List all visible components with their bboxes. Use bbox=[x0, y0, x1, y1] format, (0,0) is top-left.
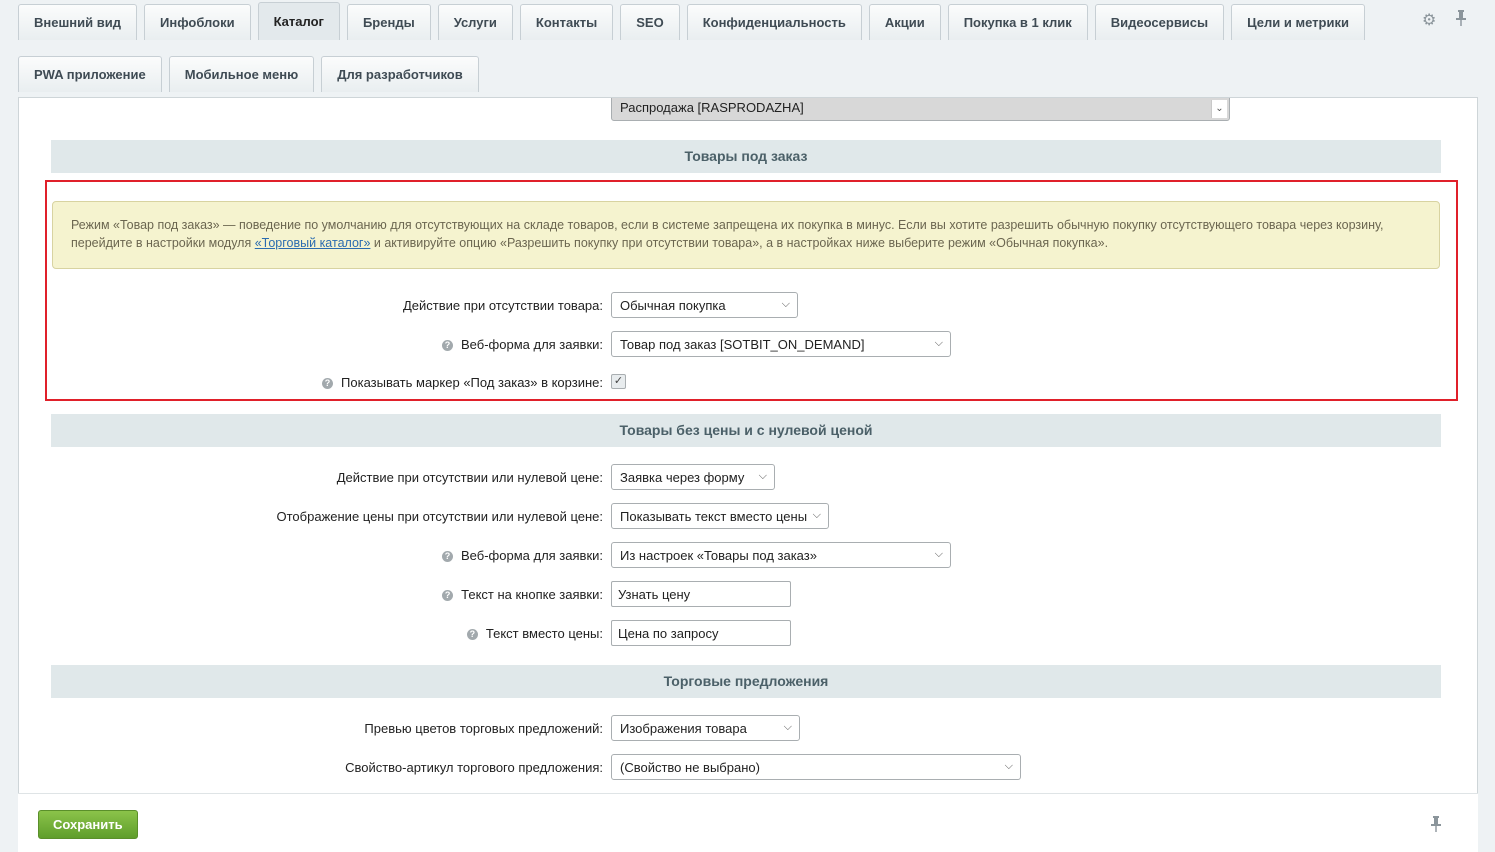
pin-icon[interactable] bbox=[1430, 816, 1442, 837]
field-label: ? Показывать маркер «Под заказ» в корзине… bbox=[322, 375, 603, 390]
show-marker-checkbox[interactable]: ✓ bbox=[611, 374, 626, 389]
section-heading-no-price: Товары без цены и с нулевой ценой bbox=[51, 414, 1441, 447]
section-heading-on-demand: Товары под заказ bbox=[51, 140, 1441, 173]
offers-preview-select[interactable]: Изображения товара ⌵ bbox=[611, 715, 800, 741]
chevron-down-icon: ⌵ bbox=[758, 470, 767, 482]
field-label: ? Текст вместо цены: bbox=[466, 626, 603, 641]
field-row-webform: ? Веб-форма для заявки: Товар под заказ [… bbox=[19, 331, 1477, 357]
chevron-down-icon: ⌵ bbox=[781, 298, 790, 310]
tab-video-services[interactable]: Видеосервисы bbox=[1094, 4, 1225, 40]
sale-select[interactable]: Распродажа [RASPRODAZHA] ⌄ bbox=[611, 98, 1230, 121]
button-text-input[interactable]: Узнать цену bbox=[611, 581, 791, 607]
settings-panel: Распродажа [RASPRODAZHA] ⌄ Товары под за… bbox=[18, 97, 1478, 852]
tab-brands[interactable]: Бренды bbox=[346, 4, 431, 40]
field-label: ? Веб-форма для заявки: bbox=[442, 548, 603, 563]
price-text-input[interactable]: Цена по запросу bbox=[611, 620, 791, 646]
field-row-button-text: ? Текст на кнопке заявки: Узнать цену bbox=[19, 581, 1477, 607]
chevron-down-icon: ⌄ bbox=[1211, 100, 1227, 118]
field-row-price-text: ? Текст вместо цены: Цена по запросу bbox=[19, 620, 1477, 646]
field-row-noprice-action: Действие при отсутствии или нулевой цене… bbox=[19, 464, 1477, 490]
tab-catalog[interactable]: Каталог bbox=[257, 2, 340, 40]
help-icon[interactable]: ? bbox=[322, 378, 334, 389]
on-demand-notice: Режим «Товар под заказ» — поведение по у… bbox=[52, 201, 1440, 269]
tab-contacts[interactable]: Контакты bbox=[519, 4, 614, 40]
help-icon[interactable]: ? bbox=[442, 590, 454, 601]
tab-mobile-menu[interactable]: Мобильное меню bbox=[168, 56, 315, 92]
chevron-down-icon: ⌵ bbox=[783, 721, 792, 733]
noprice-display-select[interactable]: Показывать текст вместо цены ⌵ bbox=[611, 503, 829, 529]
on-demand-action-select[interactable]: Обычная покупка ⌵ bbox=[611, 292, 798, 318]
gear-icon[interactable]: ⚙ bbox=[1422, 10, 1436, 30]
tab-pwa[interactable]: PWA приложение bbox=[18, 56, 162, 92]
field-row-marker: ? Показывать маркер «Под заказ» в корзине… bbox=[19, 369, 1477, 395]
noprice-webform-select[interactable]: Из настроек «Товары под заказ» ⌵ bbox=[611, 542, 951, 568]
field-row-article: Свойство-артикул торгового предложения: … bbox=[19, 754, 1477, 780]
on-demand-webform-select[interactable]: Товар под заказ [SOTBIT_ON_DEMAND] ⌵ bbox=[611, 331, 951, 357]
field-label: ? Текст на кнопке заявки: bbox=[442, 587, 603, 602]
field-label: Действие при отсутствии товара: bbox=[402, 298, 603, 313]
chevron-down-icon: ⌵ bbox=[812, 509, 821, 521]
field-label: Свойство-артикул торгового предложения: bbox=[345, 760, 603, 775]
offers-article-select[interactable]: (Свойство не выбрано) ⌵ bbox=[611, 754, 1021, 780]
field-row-noprice-webform: ? Веб-форма для заявки: Из настроек «Това… bbox=[19, 542, 1477, 568]
field-row-noprice-display: Отображение цены при отсутствии или нуле… bbox=[19, 503, 1477, 529]
field-row-preview: Превью цветов торговых предложений: Изоб… bbox=[19, 715, 1477, 741]
field-label: Превью цветов торговых предложений: bbox=[364, 721, 603, 736]
tab-promotions[interactable]: Акции bbox=[868, 4, 941, 40]
field-label: ? Веб-форма для заявки: bbox=[442, 337, 603, 352]
section-heading-offers: Торговые предложения bbox=[51, 665, 1441, 698]
field-label: Отображение цены при отсутствии или нуле… bbox=[276, 509, 603, 524]
help-icon[interactable]: ? bbox=[442, 551, 454, 562]
field-row-action: Действие при отсутствии товара: Обычная … bbox=[19, 292, 1477, 318]
noprice-action-select[interactable]: Заявка через форму ⌵ bbox=[611, 464, 775, 490]
tabs-row-primary: Внешний вид Инфоблоки Каталог Бренды Усл… bbox=[18, 2, 1372, 40]
tab-one-click-purchase[interactable]: Покупка в 1 клик bbox=[947, 4, 1088, 40]
chevron-down-icon: ⌵ bbox=[934, 337, 943, 349]
tab-privacy[interactable]: Конфиденциальность bbox=[686, 4, 862, 40]
field-label: Действие при отсутствии или нулевой цене… bbox=[336, 470, 603, 485]
save-button[interactable]: Сохранить bbox=[38, 810, 138, 839]
tab-infoblocks[interactable]: Инфоблоки bbox=[144, 4, 251, 40]
tab-goals-metrics[interactable]: Цели и метрики bbox=[1231, 4, 1365, 40]
chevron-down-icon: ⌵ bbox=[1004, 760, 1013, 772]
tab-seo[interactable]: SEO bbox=[620, 4, 680, 40]
help-icon[interactable]: ? bbox=[466, 629, 478, 640]
tab-developers[interactable]: Для разработчиков bbox=[321, 56, 479, 92]
help-icon[interactable]: ? bbox=[442, 340, 454, 351]
tab-services[interactable]: Услуги bbox=[437, 4, 513, 40]
tab-appearance[interactable]: Внешний вид bbox=[18, 4, 137, 40]
trade-catalog-link[interactable]: «Торговый каталог» bbox=[255, 236, 371, 250]
pin-icon[interactable] bbox=[1455, 10, 1467, 31]
chevron-down-icon: ⌵ bbox=[934, 548, 943, 560]
footer-bar: Сохранить bbox=[18, 793, 1478, 852]
tabs-row-secondary: PWA приложение Мобильное меню Для разраб… bbox=[18, 56, 486, 92]
